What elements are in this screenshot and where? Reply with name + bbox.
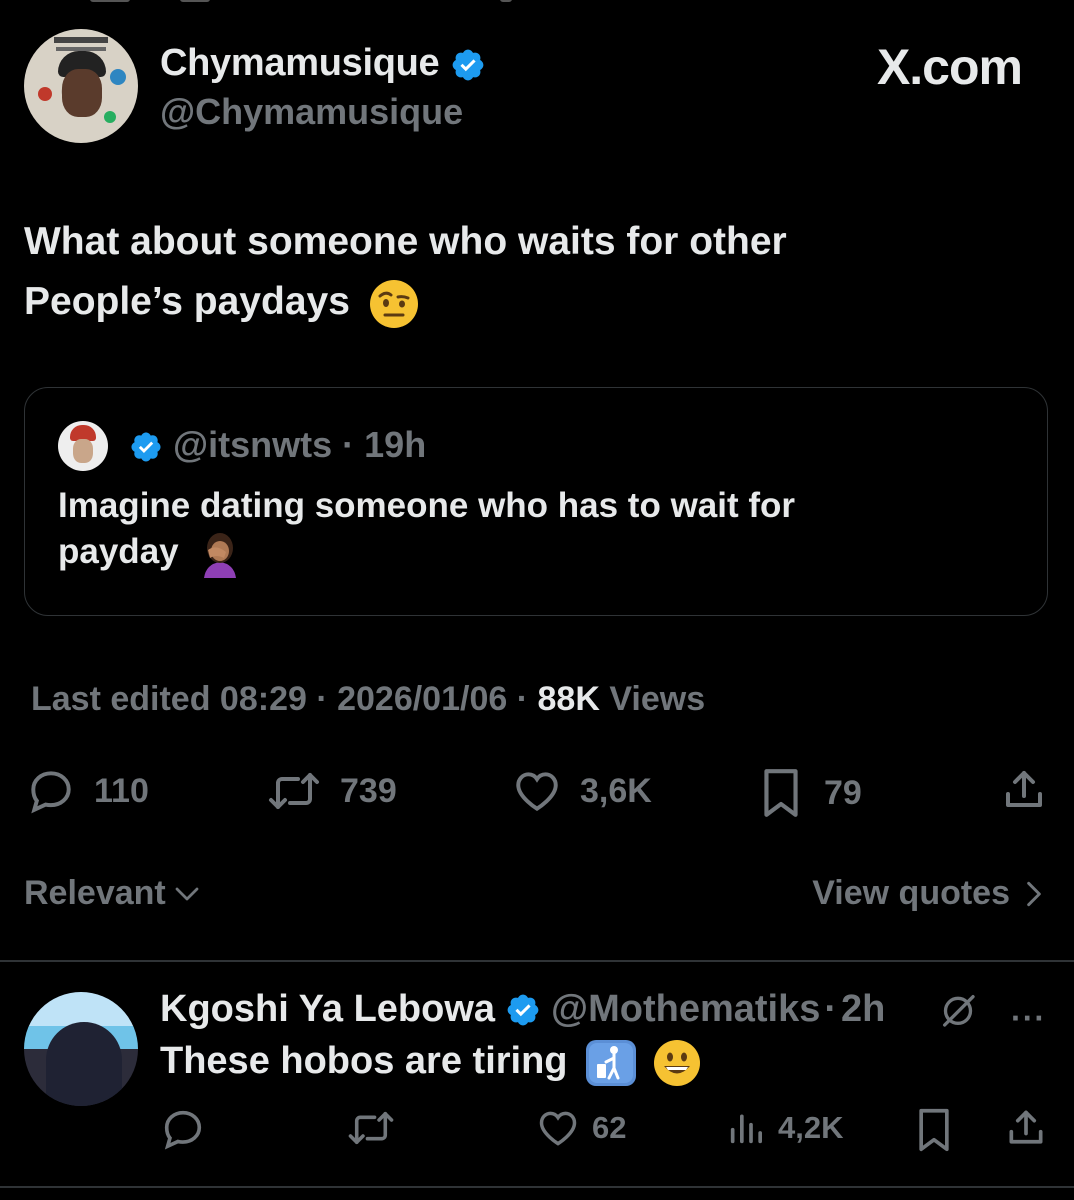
views-count: 88K bbox=[537, 680, 600, 718]
quoted-separator: · bbox=[342, 424, 355, 465]
reply-author-handle[interactable]: @Mothematiks bbox=[551, 988, 820, 1031]
reply-text-content: These hobos are tiring bbox=[160, 1040, 568, 1082]
cut-off-previous-content bbox=[0, 0, 1074, 10]
quoted-meta: @itsnwts · 19h bbox=[129, 424, 426, 466]
sort-dropdown[interactable]: Relevant bbox=[24, 874, 202, 913]
bookmark-button[interactable]: 79 bbox=[756, 766, 862, 820]
reply-icon bbox=[164, 1110, 202, 1150]
section-divider bbox=[0, 960, 1074, 962]
author-avatar[interactable] bbox=[24, 29, 138, 143]
verified-badge-icon bbox=[131, 432, 161, 463]
site-label: X.com bbox=[876, 39, 1023, 95]
quoted-time: 19h bbox=[364, 424, 427, 465]
bottom-divider bbox=[0, 1186, 1074, 1188]
woman-facepalming-icon bbox=[204, 532, 237, 578]
share-icon bbox=[1009, 1110, 1043, 1144]
repost-button[interactable]: 739 bbox=[266, 766, 397, 816]
repost-icon bbox=[269, 773, 319, 809]
reply-separator: · bbox=[824, 988, 838, 1030]
share-icon bbox=[1006, 771, 1042, 807]
more-options-button[interactable]: ··· bbox=[1011, 1000, 1046, 1037]
reply-view-count: 4,2K bbox=[778, 1110, 844, 1145]
reply-reply-button[interactable] bbox=[160, 1106, 206, 1152]
face-with-raised-eyebrow-icon bbox=[369, 279, 418, 328]
reply-button[interactable]: 110 bbox=[26, 766, 149, 816]
quoted-tweet[interactable]: @itsnwts · 19h Imagine dating someone wh… bbox=[24, 387, 1048, 616]
reply-time: 2h bbox=[841, 988, 886, 1030]
chevron-right-icon bbox=[1027, 881, 1041, 906]
author-name-text[interactable]: Chymamusique bbox=[160, 42, 440, 84]
bookmark-count: 79 bbox=[824, 773, 862, 812]
views-label: Views bbox=[609, 680, 706, 718]
put-litter-in-its-place-icon bbox=[586, 1039, 637, 1086]
verified-badge-icon bbox=[507, 994, 539, 1025]
grinning-face-icon bbox=[653, 1039, 700, 1086]
bookmark-icon bbox=[764, 769, 798, 817]
reply-like-button[interactable]: 62 bbox=[536, 1106, 626, 1150]
tweet-text: What about someone who waits for other P… bbox=[24, 212, 1024, 332]
grok-icon bbox=[943, 995, 975, 1027]
like-button[interactable]: 3,6K bbox=[512, 766, 652, 816]
reply-author-avatar[interactable] bbox=[24, 992, 138, 1106]
like-count: 3,6K bbox=[580, 771, 652, 810]
reply-views-button[interactable]: 4,2K bbox=[726, 1106, 843, 1150]
bookmark-icon bbox=[919, 1108, 949, 1152]
reply-icon bbox=[31, 771, 71, 814]
reply-count: 110 bbox=[94, 771, 149, 810]
analytics-icon bbox=[730, 1114, 762, 1144]
sort-label: Relevant bbox=[24, 874, 166, 912]
quoted-avatar[interactable] bbox=[58, 421, 108, 471]
repost-count: 739 bbox=[340, 771, 397, 810]
tweet-text-line-2: People’s paydays bbox=[24, 280, 350, 323]
author-display-name[interactable]: Chymamusique bbox=[160, 42, 486, 85]
reply-author-name[interactable]: Kgoshi Ya Lebowa bbox=[160, 988, 495, 1031]
quoted-text: Imagine dating someone who has to wait f… bbox=[58, 483, 998, 578]
chevron-down-icon bbox=[175, 887, 199, 900]
reply-bookmark-button[interactable] bbox=[912, 1106, 956, 1154]
view-quotes-link[interactable]: View quotes bbox=[812, 874, 1044, 913]
tweet-text-line-1: What about someone who waits for other bbox=[24, 220, 787, 263]
author-handle[interactable]: @Chymamusique bbox=[160, 91, 463, 133]
repost-icon bbox=[348, 1111, 394, 1145]
heart-icon bbox=[516, 772, 558, 812]
reply-text: These hobos are tiring bbox=[160, 1036, 701, 1088]
reply-share-button[interactable] bbox=[1004, 1106, 1048, 1150]
grok-button[interactable] bbox=[938, 990, 978, 1035]
reply-like-count: 62 bbox=[592, 1110, 627, 1145]
verified-badge-icon bbox=[452, 49, 483, 81]
heart-icon bbox=[539, 1111, 577, 1146]
reply-author-header: Kgoshi Ya Lebowa @Mothematiks · 2h bbox=[160, 988, 885, 1031]
quoted-handle[interactable]: @itsnwts bbox=[173, 424, 332, 465]
edited-timestamp[interactable]: Last edited 08:29 · 2026/01/06 · bbox=[31, 680, 528, 718]
share-button[interactable] bbox=[1000, 766, 1048, 814]
view-quotes-label: View quotes bbox=[812, 874, 1010, 912]
tweet-meta: Last edited 08:29 · 2026/01/06 · 88K Vie… bbox=[31, 680, 705, 719]
quoted-text-line-2: payday bbox=[58, 532, 179, 571]
reply-repost-button[interactable] bbox=[346, 1106, 396, 1150]
quoted-text-line-1: Imagine dating someone who has to wait f… bbox=[58, 486, 796, 525]
